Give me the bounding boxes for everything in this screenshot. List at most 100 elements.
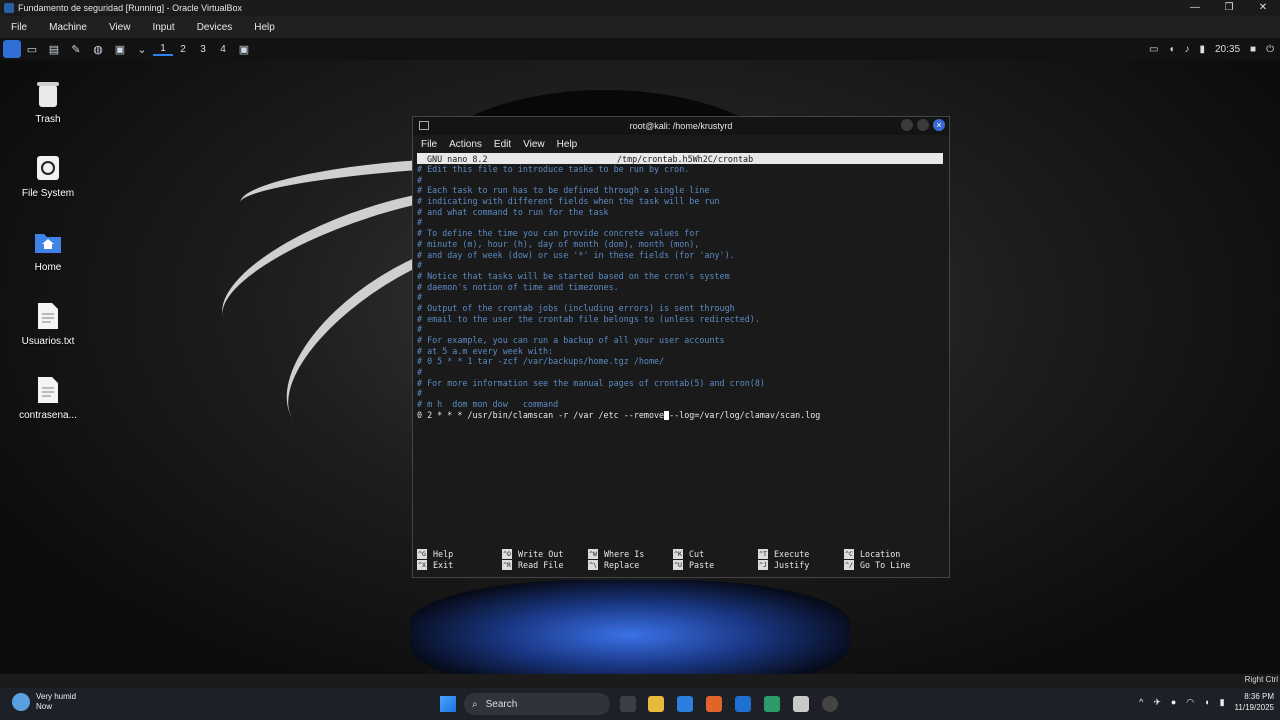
firefox-icon[interactable]: ◍ <box>89 40 107 58</box>
chevron-up-icon[interactable]: ^ <box>1139 697 1143 707</box>
power-icon[interactable]: ⏻ <box>1266 44 1274 55</box>
shortcut-label: Replace <box>604 560 640 570</box>
terminal-menu-edit[interactable]: Edit <box>494 139 511 150</box>
panel-tray: ▭ ◖ ♪ ▮ 20:35 ■ ⏻ <box>1149 38 1280 60</box>
vbox-menu-input[interactable]: Input <box>141 22 185 33</box>
system-clock[interactable]: 8:36 PM 11/19/2025 <box>1235 691 1274 713</box>
volume-icon[interactable]: ◖ <box>1168 44 1174 55</box>
terminal-task-icon[interactable]: ▣ <box>235 40 253 58</box>
vbox-menu-devices[interactable]: Devices <box>186 22 244 33</box>
text-file-icon <box>34 374 62 406</box>
crontab-entry-after-cursor: --log=/var/log/clamav/scan.log <box>669 409 821 420</box>
restore-icon[interactable]: ❐ <box>1212 0 1246 16</box>
workspace-1[interactable]: 1 <box>153 43 173 56</box>
wifi-icon[interactable]: ◠ <box>1186 697 1194 708</box>
shortcut-paste[interactable]: ^U Paste <box>673 560 757 582</box>
code-line: # daemon's notion of time and timezones. <box>417 281 619 292</box>
lock-icon[interactable]: ■ <box>1250 44 1256 55</box>
network-app-icon[interactable]: ✈ <box>1153 697 1161 708</box>
windows-start-icon[interactable] <box>440 696 456 712</box>
word-app-icon[interactable] <box>735 696 751 712</box>
panel-clock[interactable]: 20:35 <box>1215 44 1240 55</box>
shortcut-key: ^X <box>417 560 427 570</box>
shortcut-label: Location <box>860 549 901 559</box>
desktop-icon-file-system[interactable]: File System <box>3 152 93 199</box>
file-manager-icon[interactable]: ▤ <box>45 40 63 58</box>
shortcut-key: ^/ <box>844 560 854 570</box>
shortcut-read-file[interactable]: ^R Read File <box>502 560 586 582</box>
minimize-icon[interactable]: — <box>1178 0 1212 16</box>
workspace-4[interactable]: 4 <box>213 44 233 55</box>
minimize-button[interactable] <box>901 119 913 131</box>
notification-bell-icon[interactable]: ♪ <box>1184 44 1189 55</box>
vscode-app-icon[interactable] <box>764 696 780 712</box>
clock-time: 8:36 PM <box>1244 692 1274 701</box>
wallpaper-glow <box>410 580 850 674</box>
shortcut-label: Execute <box>774 549 810 559</box>
terminal-icon[interactable]: ▣ <box>111 40 129 58</box>
vbox-menu-view[interactable]: View <box>98 22 142 33</box>
code-line: # Edit this file to introduce tasks to b… <box>417 164 690 174</box>
close-button[interactable]: × <box>933 119 945 131</box>
code-line: # minute (m), hour (h), day of month (do… <box>417 238 700 249</box>
shortcut-label: Where Is <box>604 549 645 559</box>
crontab-entry-line[interactable]: 0 2 * * * /usr/bin/clamscan -r /var /etc… <box>417 410 943 421</box>
battery-icon[interactable]: ▮ <box>1199 44 1205 55</box>
chevron-down-icon[interactable]: ⌄ <box>133 40 151 58</box>
desktop-icon-usuarios[interactable]: Usuarios.txt <box>3 300 93 347</box>
microphone-icon[interactable]: ● <box>1171 697 1176 707</box>
shortcut-justify[interactable]: ^J Justify <box>758 560 842 582</box>
code-line: # <box>417 367 423 378</box>
taskbar-search[interactable]: ⌕ Search <box>464 693 610 715</box>
speaker-icon[interactable]: ◖ <box>1204 697 1209 707</box>
terminal-menu-view[interactable]: View <box>523 139 545 150</box>
vbox-menubar: File Machine View Input Devices Help <box>0 16 1280 38</box>
firefox-icon[interactable] <box>706 696 722 712</box>
shortcut-label: Help <box>433 549 454 559</box>
code-line: # Each task to run has to be defined thr… <box>417 185 710 196</box>
kali-menu-icon[interactable] <box>3 40 21 58</box>
desktop-icon-label: contrasena... <box>19 410 77 421</box>
code-line: # <box>417 292 423 303</box>
shortcut-go-to-line[interactable]: ^/ Go To Line <box>844 560 928 582</box>
nano-editor[interactable]: GNU nano 8.2 /tmp/crontab.h5Wh2C/crontab… <box>417 153 943 573</box>
code-line: # For more information see the manual pa… <box>417 377 765 388</box>
weather-widget[interactable]: Very humid Now <box>12 692 76 712</box>
security-app-icon[interactable] <box>677 696 693 712</box>
maximize-button[interactable] <box>917 119 929 131</box>
file-explorer-icon[interactable] <box>648 696 664 712</box>
obs-app-icon[interactable] <box>822 696 838 712</box>
vbox-menu-help[interactable]: Help <box>243 22 286 33</box>
battery-icon[interactable]: ▮ <box>1220 697 1225 708</box>
virtualbox-icon <box>4 3 14 13</box>
terminal-menu-actions[interactable]: Actions <box>449 139 482 150</box>
desktop-icon-label: Usuarios.txt <box>21 336 75 347</box>
virtualbox-taskbar-icon[interactable] <box>793 696 809 712</box>
terminal-window[interactable]: root@kali: /home/krustyrd × File Actions… <box>412 116 950 578</box>
desktop-icon-label: Home <box>34 262 62 273</box>
shortcut-replace[interactable]: ^\ Replace <box>588 560 672 582</box>
code-line: # To define the time you can provide con… <box>417 228 700 239</box>
desktop-icon-home[interactable]: Home <box>3 226 93 273</box>
display-icon[interactable]: ▭ <box>1149 44 1158 55</box>
close-icon[interactable]: ✕ <box>1246 0 1280 16</box>
workspace-2[interactable]: 2 <box>173 44 193 55</box>
text-editor-icon[interactable]: ✎ <box>67 40 85 58</box>
vbox-status-bar: Right Ctrl <box>0 674 1280 688</box>
terminal-menu-help[interactable]: Help <box>557 139 578 150</box>
nano-shortcut-bar: ^G Help ^X Exit ^O Write Out ^R Read Fil… <box>417 549 943 571</box>
editor-text-area[interactable]: # Edit this file to introduce tasks to b… <box>417 164 943 421</box>
code-line: # at 5 a.m every week with: <box>417 345 554 356</box>
vbox-menu-file[interactable]: File <box>0 22 38 33</box>
vbox-menu-machine[interactable]: Machine <box>38 22 98 33</box>
desktop-icon-trash[interactable]: Trash <box>3 78 93 125</box>
task-view-icon[interactable] <box>620 696 636 712</box>
terminal-menubar: File Actions Edit View Help <box>413 135 949 153</box>
desktop-icon-contrasena[interactable]: contrasena... <box>3 374 93 421</box>
workspace-3[interactable]: 3 <box>193 44 213 55</box>
shortcut-exit[interactable]: ^X Exit <box>417 560 501 582</box>
terminal-menu-file[interactable]: File <box>421 139 437 150</box>
terminal-titlebar[interactable]: root@kali: /home/krustyrd × <box>413 117 949 135</box>
shortcut-label: Write Out <box>518 549 564 559</box>
show-desktop-icon[interactable]: ▭ <box>23 40 41 58</box>
